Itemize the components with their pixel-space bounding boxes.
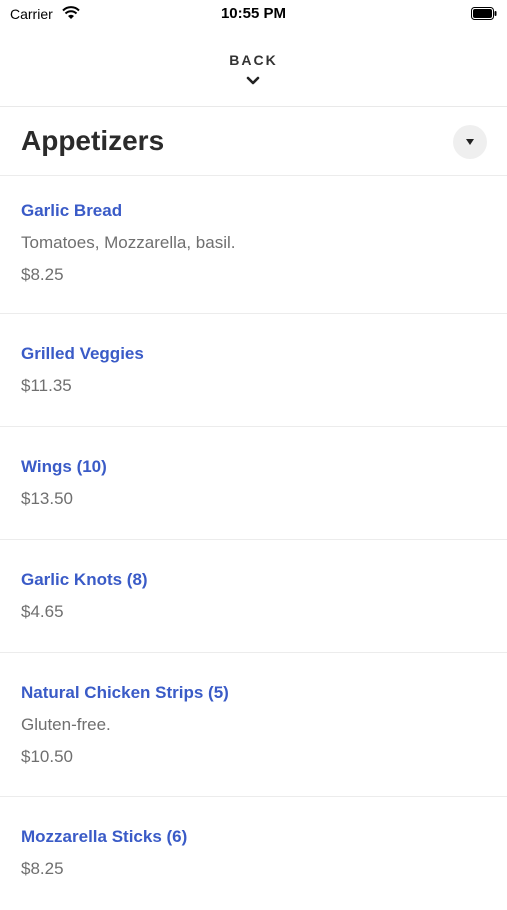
section-title: Appetizers [21, 125, 165, 156]
item-price: $13.50 [21, 489, 73, 508]
item-name: Wings (10) [21, 457, 107, 476]
item-description: Gluten-free. [21, 715, 111, 734]
menu-list: Garlic Bread Tomatoes, Mozzarella, basil… [0, 176, 507, 910]
item-price: $8.25 [21, 859, 64, 878]
status-bar: Carrier 10:55 PM [0, 0, 507, 30]
chevron-down-icon [246, 76, 260, 85]
collapse-toggle-button[interactable] [453, 125, 487, 159]
item-price: $4.65 [21, 602, 64, 621]
section-header: Appetizers [0, 107, 507, 175]
menu-item-grilled-veggies[interactable]: Grilled Veggies $11.35 [0, 314, 507, 427]
item-description: Tomatoes, Mozzarella, basil. [21, 233, 236, 252]
menu-item-mozzarella-sticks[interactable]: Mozzarella Sticks (6) $8.25 [0, 797, 507, 910]
back-label: BACK [229, 52, 278, 68]
item-name: Garlic Bread [21, 201, 123, 220]
item-name: Grilled Veggies [21, 344, 144, 363]
item-name: Mozzarella Sticks (6) [21, 827, 188, 846]
menu-item-wings[interactable]: Wings (10) $13.50 [0, 427, 507, 540]
item-name: Garlic Knots (8) [21, 570, 148, 589]
battery-icon [471, 7, 497, 20]
status-time: 10:55 PM [220, 5, 287, 22]
back-button[interactable]: BACK [0, 42, 507, 106]
item-price: $11.35 [21, 376, 72, 395]
menu-item-garlic-bread[interactable]: Garlic Bread Tomatoes, Mozzarella, basil… [0, 176, 507, 314]
menu-item-garlic-knots[interactable]: Garlic Knots (8) $4.65 [0, 540, 507, 653]
menu-item-natural-chicken-strips[interactable]: Natural Chicken Strips (5) Gluten-free. … [0, 653, 507, 797]
item-name: Natural Chicken Strips (5) [21, 683, 229, 702]
item-price: $8.25 [21, 265, 64, 284]
caret-down-icon [466, 139, 474, 145]
item-price: $10.50 [21, 747, 73, 766]
